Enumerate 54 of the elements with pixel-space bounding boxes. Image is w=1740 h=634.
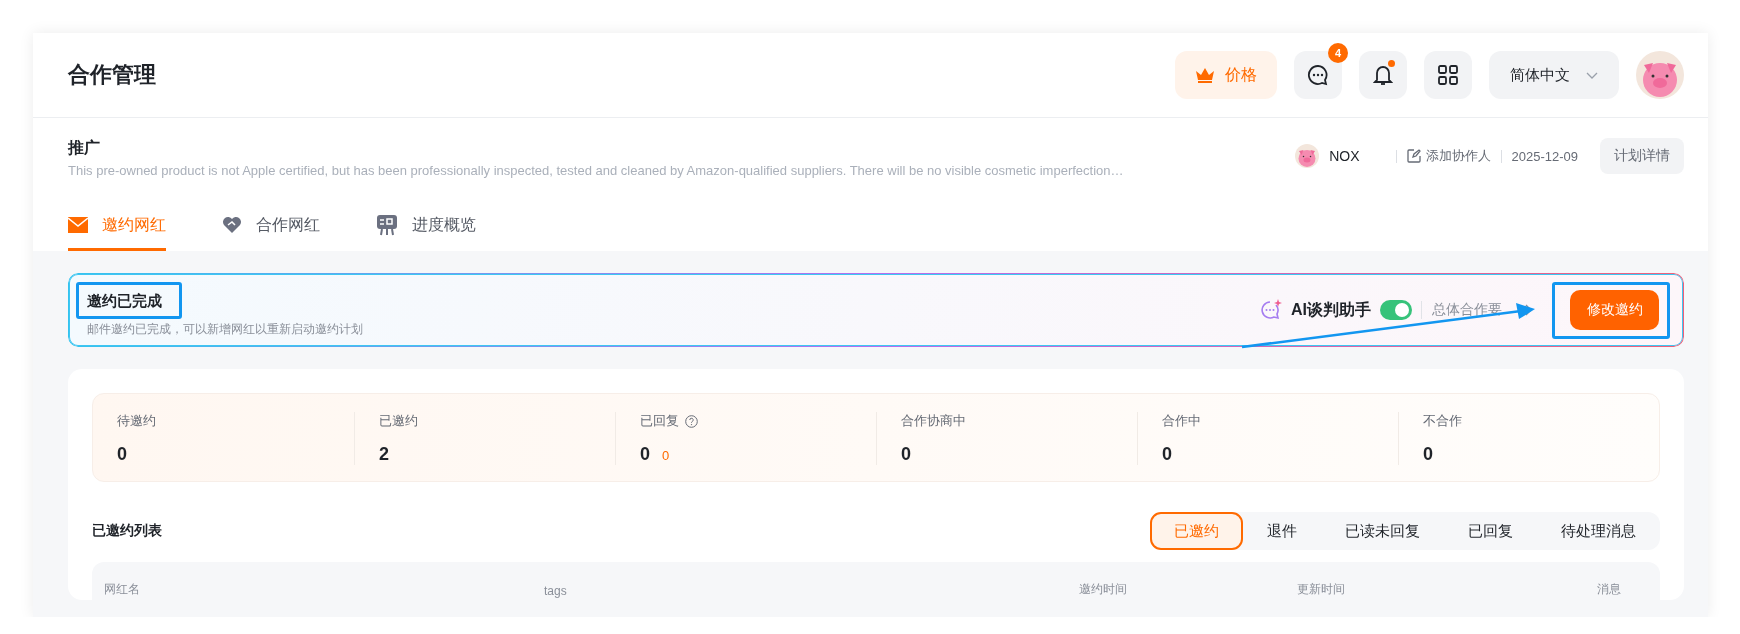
edit-icon <box>1406 149 1421 163</box>
pig-avatar <box>1636 51 1684 99</box>
assistant-toggle[interactable] <box>1380 300 1412 320</box>
stat-value: 0 <box>1162 444 1172 465</box>
filter-tab[interactable]: 退件 <box>1243 512 1321 550</box>
stat-value: 0 <box>640 444 650 465</box>
plan-details-button[interactable]: 计划详情 <box>1600 138 1684 174</box>
column-header: 更新时间 <box>1297 581 1346 598</box>
stat-label: 合作协商中 <box>901 412 966 430</box>
tab[interactable]: 进度概览 <box>376 214 476 251</box>
add-collaborator-link[interactable]: 添加协作人 <box>1406 147 1491 165</box>
stat-label: 合作中 <box>1162 412 1201 430</box>
tab[interactable]: 合作网红 <box>222 214 320 251</box>
notifications-button[interactable] <box>1359 51 1407 99</box>
messages-button[interactable] <box>1294 51 1342 99</box>
filter-tab[interactable]: 待处理消息 <box>1537 512 1660 550</box>
stat-value: 0 <box>117 444 127 465</box>
pig-avatar <box>1295 144 1320 168</box>
filter-tab[interactable]: 已读未回复 <box>1321 512 1444 550</box>
column-header: tags <box>544 584 568 598</box>
bell-icon <box>1373 64 1393 86</box>
chat-bubble-icon <box>1307 64 1329 86</box>
page-title: 合作管理 <box>68 61 157 89</box>
stat-value: 0 <box>1423 444 1433 465</box>
column-header: 网红名 <box>104 581 141 598</box>
sparkle-chat-icon <box>1260 299 1282 321</box>
stat-label: 已回复 <box>640 412 679 430</box>
plan-description: This pre-owned product is not Apple certified, but has been professionally inspected, tested and cleaned by Amazon-qualified suppliers. There will be no visible cosmetic imperfection… <box>68 163 1125 178</box>
stat-value: 2 <box>379 444 389 465</box>
banner-subtitle: 邮件邀约已完成，可以新增网红以重新启动邀约计划 <box>87 321 364 338</box>
filter-tab[interactable]: 已回复 <box>1444 512 1537 550</box>
handshake-heart-icon <box>222 216 242 234</box>
column-header: 消息 <box>1597 581 1622 598</box>
grid-icon <box>1438 65 1458 85</box>
chevron-down-icon <box>1586 71 1598 79</box>
plan-name: 推广 <box>68 138 101 158</box>
language-select[interactable]: 简体中文 <box>1489 51 1619 99</box>
crown-icon <box>1195 67 1215 83</box>
help-icon[interactable] <box>685 414 698 428</box>
envelope-icon <box>68 217 88 233</box>
owner-name: NOX <box>1329 148 1360 164</box>
assistant-label: AI谈判助手 <box>1291 299 1371 320</box>
list-title: 已邀约列表 <box>92 522 163 540</box>
stat-value: 0 <box>901 444 911 465</box>
column-header: 邀约时间 <box>1079 581 1128 598</box>
message-count-badge: 4 <box>1328 43 1348 63</box>
apps-button[interactable] <box>1424 51 1472 99</box>
stat-label: 待邀约 <box>117 412 156 430</box>
banner-title: 邀约已完成 <box>87 292 163 311</box>
stat-extra-value: 0 <box>662 448 670 463</box>
stat-label: 已邀约 <box>379 412 418 430</box>
stat-label: 不合作 <box>1423 412 1462 430</box>
presentation-board-icon <box>376 214 398 236</box>
plan-date: 2025-12-09 <box>1511 148 1578 164</box>
